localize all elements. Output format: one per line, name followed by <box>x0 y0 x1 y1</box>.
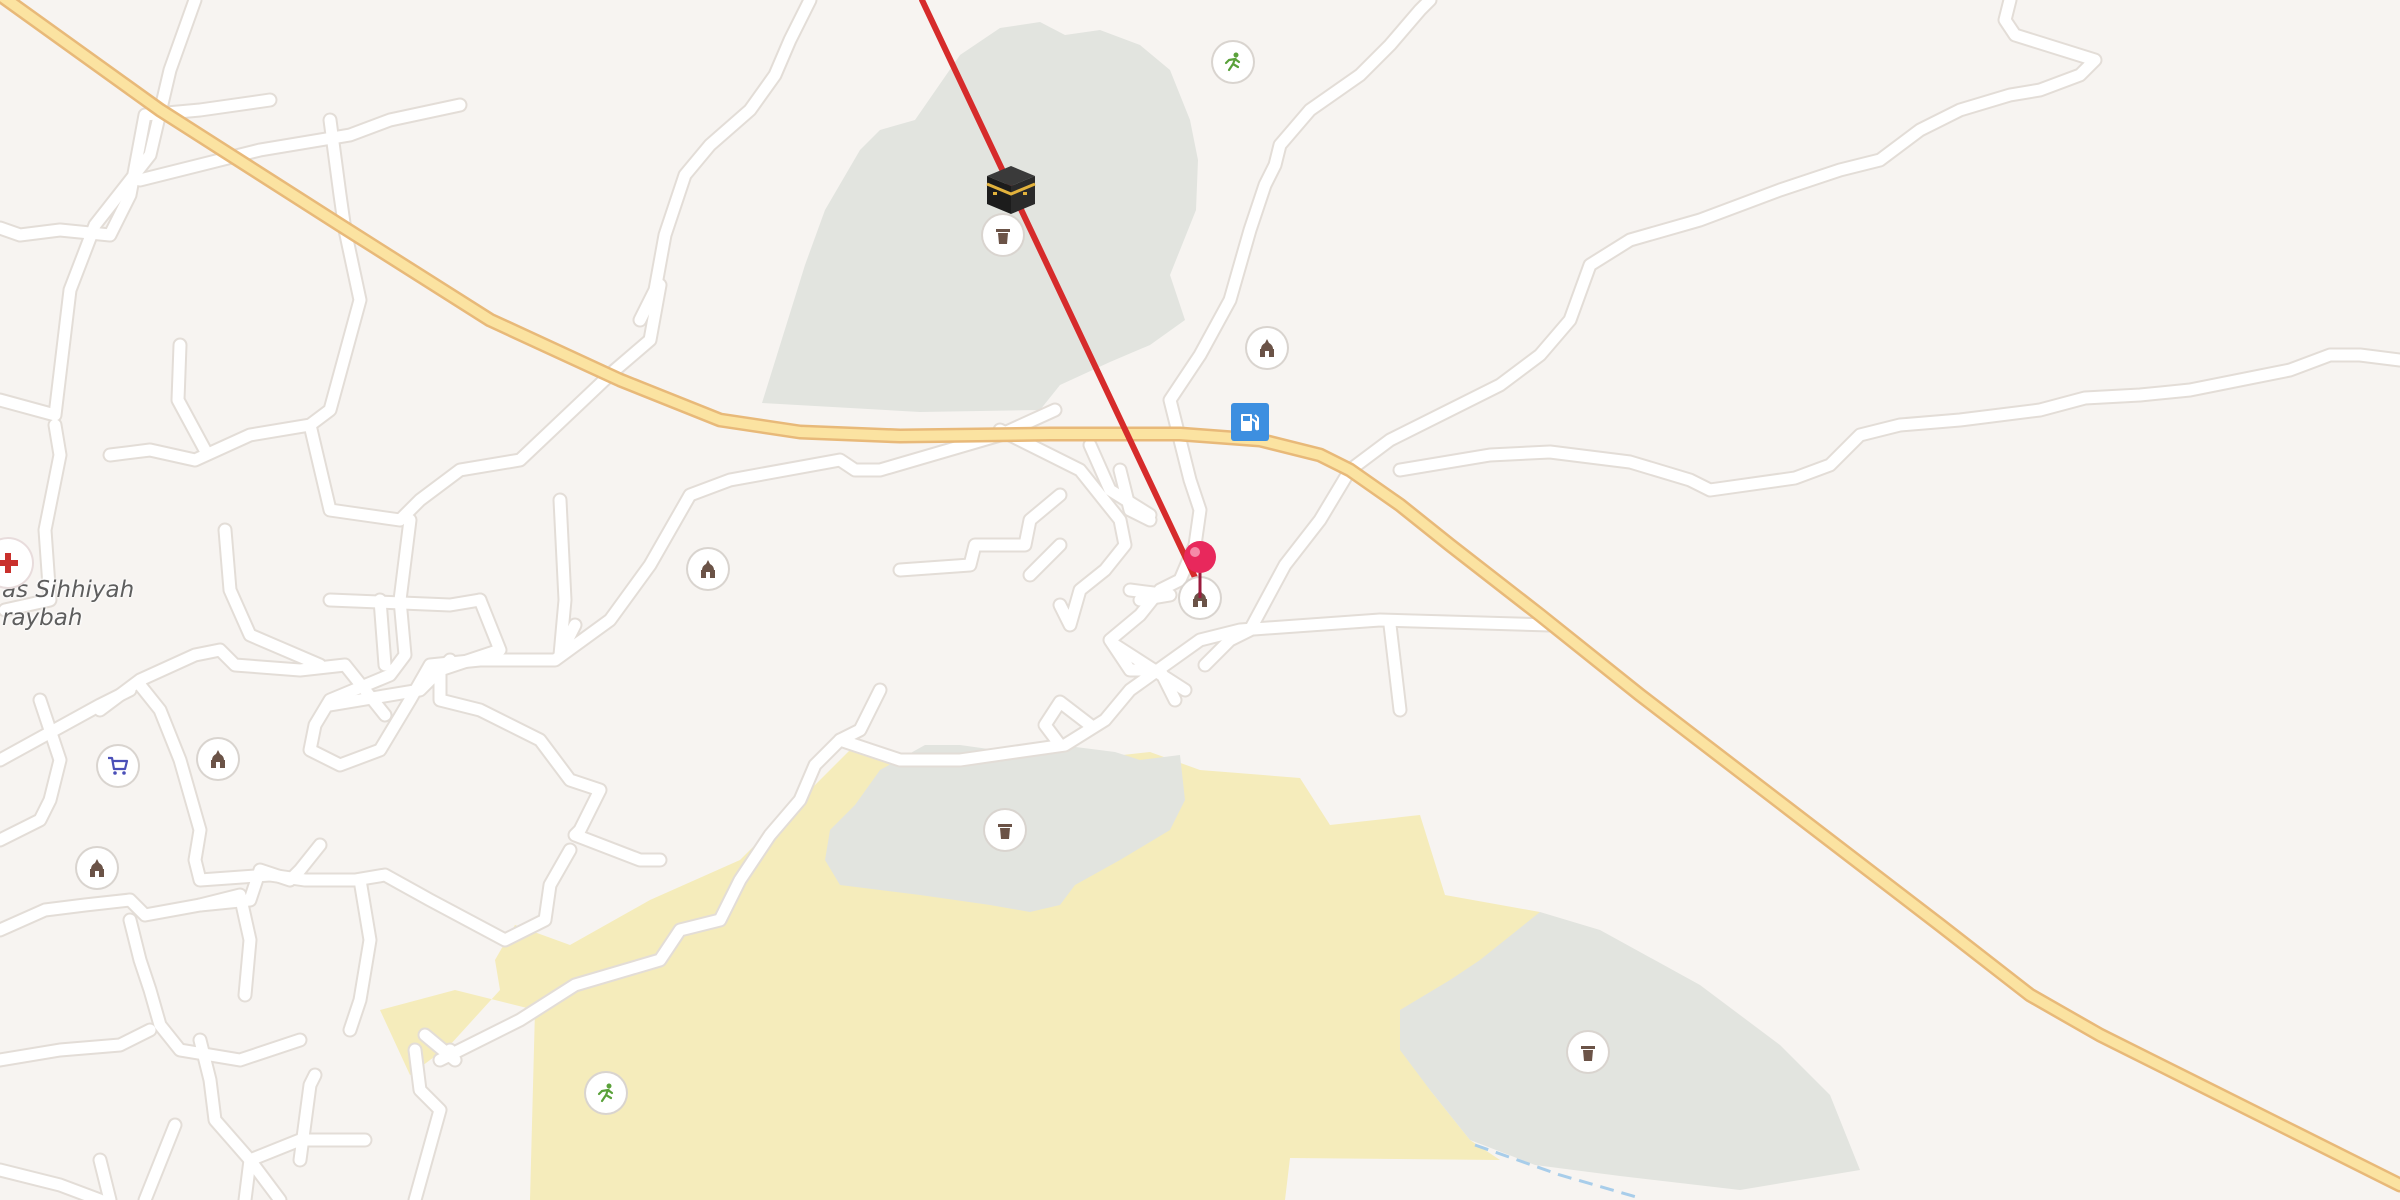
sports-marker[interactable] <box>1213 42 1253 82</box>
mosque-marker[interactable] <box>198 739 238 779</box>
fuel-station-marker[interactable] <box>1231 403 1269 441</box>
mosque-marker[interactable] <box>77 848 117 888</box>
sports-icon <box>597 1083 614 1103</box>
mosque-marker[interactable] <box>1247 328 1287 368</box>
mosque-icon <box>701 560 715 578</box>
fuel-station-icon <box>1241 414 1259 431</box>
shop-marker[interactable] <box>98 746 138 786</box>
mosque-icon <box>90 859 104 877</box>
park-area-north <box>762 22 1198 412</box>
mosque-icon <box>1260 339 1274 357</box>
location-pin-marker[interactable] <box>1182 540 1218 600</box>
map-canvas[interactable]: as Sihhiyah raybah <box>0 0 2400 1200</box>
cemetery-icon <box>998 824 1012 839</box>
sports-marker[interactable] <box>586 1073 626 1113</box>
cemetery-marker[interactable] <box>1568 1032 1608 1072</box>
mosque-icon <box>211 750 225 768</box>
shopping-cart-icon <box>108 756 129 775</box>
kaaba-icon <box>986 166 1036 214</box>
cemetery-icon <box>996 229 1010 244</box>
hospital-cross-icon <box>0 553 18 573</box>
kaaba-marker[interactable] <box>983 162 1039 218</box>
sports-icon <box>1224 52 1241 72</box>
mosque-marker[interactable] <box>688 549 728 589</box>
cemetery-marker[interactable] <box>985 810 1025 850</box>
location-pin-icon <box>1184 541 1216 598</box>
place-label: as Sihhiyah raybah <box>2 576 134 632</box>
place-label-line2: raybah <box>2 605 83 631</box>
cemetery-icon <box>1581 1046 1595 1061</box>
cemetery-marker[interactable] <box>983 215 1023 255</box>
